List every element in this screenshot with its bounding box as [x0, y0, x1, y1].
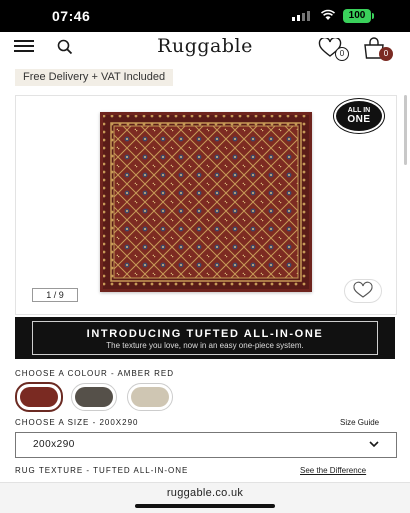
status-time: 07:46 — [52, 8, 91, 24]
battery-indicator: 100 — [343, 9, 371, 23]
image-pager: 1 / 9 — [32, 288, 78, 302]
colour-label: CHOOSE A COLOUR - AMBER RED — [15, 369, 175, 378]
swatch-cream-fill — [131, 387, 169, 407]
rug-image[interactable] — [100, 112, 312, 292]
size-select-value: 200x290 — [33, 439, 75, 450]
signal-icon — [292, 11, 310, 21]
site-header: Ruggable 0 0 — [0, 32, 410, 62]
swatch-charcoal[interactable] — [71, 383, 117, 411]
rug-pattern — [100, 112, 312, 292]
wishlist-count-badge: 0 — [335, 47, 349, 61]
product-gallery[interactable]: ALL IN ONE 1 / 9 — [15, 95, 397, 315]
chevron-down-icon — [369, 441, 379, 448]
texture-label: RUG TEXTURE - TUFTED ALL-IN-ONE — [15, 466, 189, 475]
size-guide-link[interactable]: Size Guide — [340, 418, 379, 427]
browser-address-bar[interactable]: ruggable.co.uk — [0, 482, 410, 513]
swatch-cream[interactable] — [127, 383, 173, 411]
badge-line2: ONE — [347, 114, 371, 125]
browser-url: ruggable.co.uk — [166, 487, 244, 499]
gallery-thumbnail-pane — [16, 96, 80, 314]
swatch-charcoal-fill — [75, 387, 113, 407]
see-difference-link[interactable]: See the Difference — [300, 466, 366, 475]
favourite-button[interactable] — [344, 279, 382, 303]
promo-pill: Free Delivery + VAT Included — [15, 69, 174, 86]
banner-subtitle: The texture you love, now in an easy one… — [106, 341, 304, 350]
cart-count-badge: 0 — [379, 47, 393, 61]
cart-button[interactable]: 0 — [362, 36, 396, 61]
wifi-icon — [320, 9, 336, 20]
wishlist-button[interactable]: 0 — [318, 37, 349, 61]
status-bar: 07:46 100 — [0, 0, 410, 32]
badge-line1: ALL IN — [347, 107, 371, 114]
all-in-one-badge: ALL IN ONE — [334, 99, 384, 133]
heart-icon — [353, 281, 373, 298]
battery-tip — [372, 13, 374, 19]
swatch-amber-red[interactable] — [15, 382, 63, 412]
promo-banner-frame: INTRODUCING TUFTED ALL-IN-ONE The textur… — [32, 321, 378, 355]
size-label: CHOOSE A SIZE - 200X290 — [15, 418, 139, 427]
home-indicator[interactable] — [135, 504, 275, 508]
banner-title: INTRODUCING TUFTED ALL-IN-ONE — [86, 328, 324, 340]
size-select[interactable]: 200x290 — [15, 432, 397, 458]
promo-banner[interactable]: INTRODUCING TUFTED ALL-IN-ONE The textur… — [15, 317, 395, 359]
page-scrollbar[interactable] — [404, 95, 407, 165]
swatch-amber-red-fill — [20, 387, 58, 407]
